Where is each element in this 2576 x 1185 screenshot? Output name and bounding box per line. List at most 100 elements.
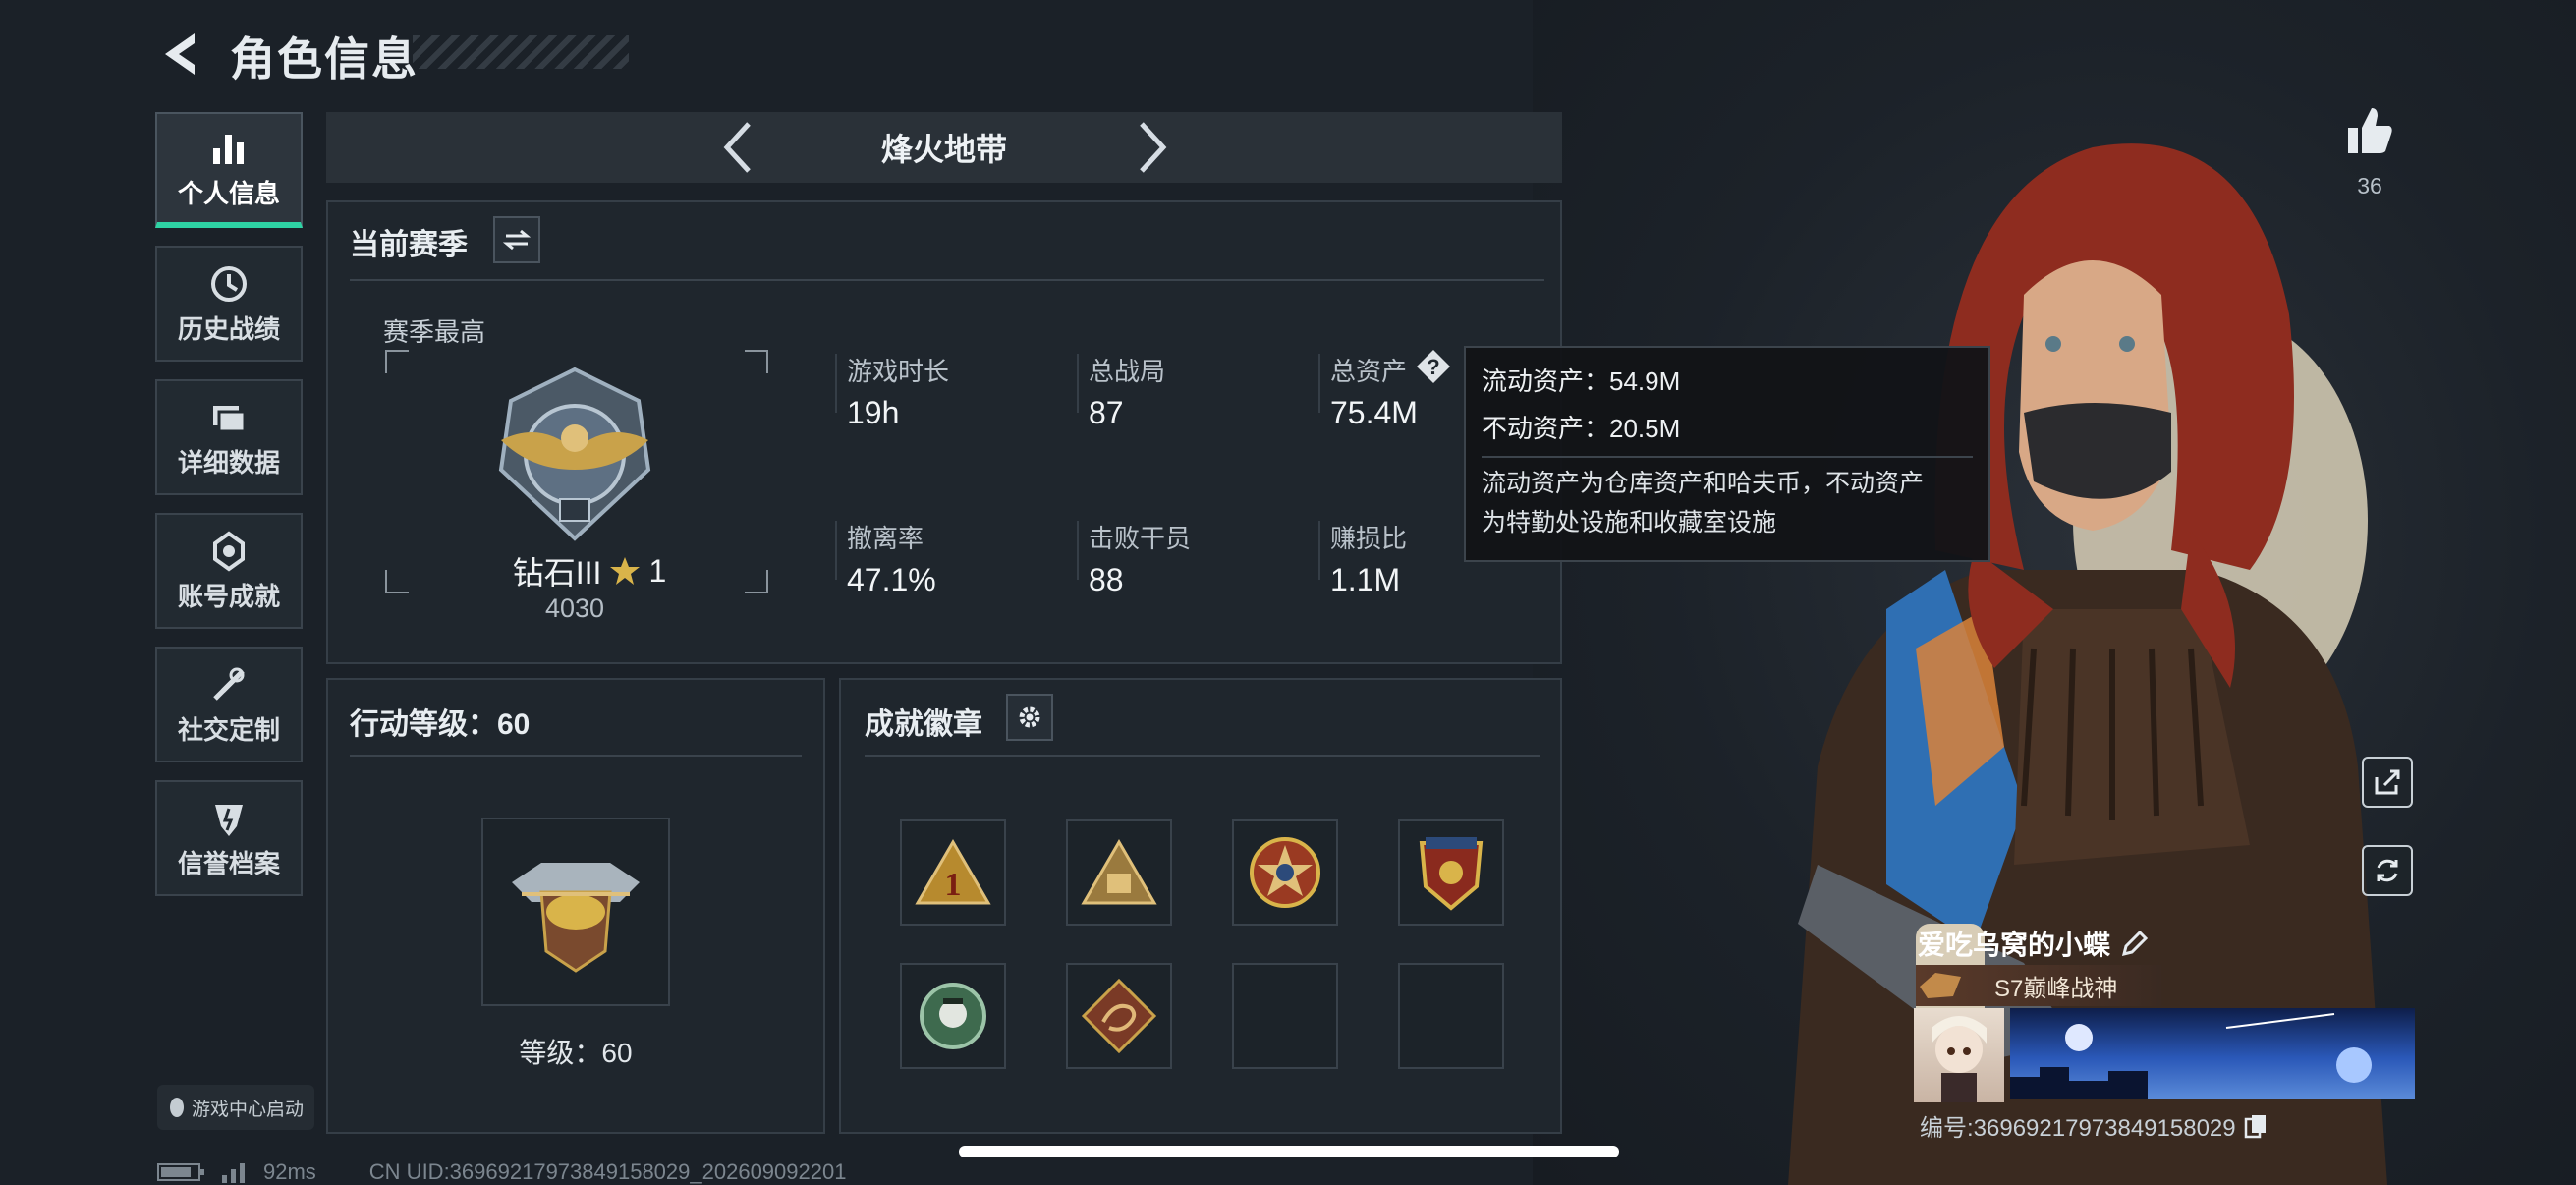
shield-icon [215, 804, 243, 836]
rank-stars: 1 [648, 552, 667, 589]
frame-corner [385, 570, 409, 593]
badge-slot[interactable] [900, 963, 1006, 1069]
stat-separator [1077, 521, 1079, 580]
badge-slot-empty[interactable] [1398, 963, 1504, 1069]
title-decoration [413, 35, 629, 69]
season-switch-button[interactable] [493, 216, 540, 263]
frame-corner [385, 350, 409, 373]
penguin-icon [169, 1098, 184, 1117]
home-indicator[interactable] [959, 1146, 1619, 1157]
nav-personal-info[interactable]: 个人信息 [155, 112, 303, 228]
clock-icon [211, 265, 247, 302]
tooltip-divider [1482, 456, 1973, 458]
divider [865, 755, 1540, 757]
switch-icon [503, 229, 531, 251]
profile-banner [2010, 1008, 2415, 1099]
rank-line: 钻石III 1 [491, 548, 688, 593]
share-button[interactable] [2362, 757, 2413, 808]
frame-corner [745, 350, 768, 373]
bar-chart-icon [213, 134, 244, 164]
dragon-badge-icon [1081, 978, 1157, 1054]
game-center-button[interactable]: 游戏中心启动 [157, 1085, 314, 1130]
tools-icon [213, 667, 245, 701]
title-emblem-icon [1920, 973, 1961, 998]
level-emblem-frame [481, 818, 670, 1006]
nav-label: 账号成就 [177, 581, 280, 611]
nav-label: 详细数据 [177, 447, 280, 478]
stat-value-extraction-rate: 47.1% [847, 562, 936, 597]
folder-icon [213, 405, 247, 432]
pyramid-badge-icon [1081, 839, 1157, 905]
stat-label-total-assets: 总资产 [1330, 357, 1408, 386]
nav-label: 社交定制 [177, 714, 280, 745]
title-badge: S7巅峰战神 [1916, 965, 2161, 1006]
player-id-row: 编号:36969217973849158029 [1920, 1108, 2268, 1143]
triangle-rank-badge-icon: 1 [915, 839, 991, 905]
svg-text:1: 1 [945, 867, 962, 903]
stat-value-playtime: 19h [847, 395, 900, 430]
nav-social-custom[interactable]: 社交定制 [155, 647, 303, 762]
nav-credit-profile[interactable]: 信誉档案 [155, 780, 303, 896]
stat-value-profit-ratio: 1.1M [1330, 562, 1401, 597]
badge-settings-button[interactable] [1006, 694, 1053, 741]
copy-icon[interactable] [2244, 1113, 2268, 1139]
nickname-row: 爱吃乌窝的小蝶 [1918, 924, 2150, 963]
badge-slot[interactable]: 1 [900, 819, 1006, 926]
current-season-title: 当前赛季 [350, 229, 468, 261]
like-count: 36 [2357, 173, 2382, 198]
badge-slot[interactable] [1398, 819, 1504, 926]
stat-separator [1077, 354, 1079, 413]
next-mode-icon[interactable] [1132, 118, 1171, 177]
badge-slot[interactable] [1066, 819, 1172, 926]
edit-icon[interactable] [2120, 929, 2150, 958]
rank-score: 4030 [544, 593, 605, 623]
back-arrow-icon[interactable] [157, 29, 206, 79]
status-bar: 92ms CN UID:36969217973849158029_2026090… [157, 1159, 846, 1185]
stat-separator [1318, 521, 1320, 580]
star-medal-badge-icon [1250, 837, 1320, 908]
avatar[interactable] [1914, 1008, 2004, 1102]
thumbs-up-icon[interactable] [2342, 102, 2397, 157]
battery-icon [157, 1163, 204, 1181]
refresh-icon [2377, 859, 2398, 882]
player-id: 编号:36969217973849158029 [1920, 1115, 2236, 1142]
avatar-illustration [1932, 1016, 1987, 1102]
achievement-badges-title: 成就徽章 [865, 708, 982, 741]
svg-text:?: ? [1427, 355, 1439, 379]
fixed-assets: 不动资产：20.5M [1482, 414, 1681, 443]
game-center-label: 游戏中心启动 [191, 1099, 304, 1120]
medal-icon [213, 531, 245, 571]
stat-label-profit-ratio: 赚损比 [1330, 524, 1408, 553]
badge-slot[interactable] [1232, 819, 1338, 926]
stat-value-operators-defeated: 88 [1089, 562, 1124, 597]
badge-slot[interactable] [1066, 963, 1172, 1069]
assets-desc-line2: 为特勤处设施和收藏室设施 [1482, 509, 1777, 536]
divider [350, 755, 802, 757]
action-level-title: 行动等级：60 [350, 708, 531, 741]
refresh-button[interactable] [2362, 845, 2413, 896]
prev-mode-icon[interactable] [719, 118, 758, 177]
assets-tooltip: 流动资产：54.9M 不动资产：20.5M 流动资产为仓库资产和哈夫币，不动资产… [1464, 346, 1990, 562]
stat-separator [835, 354, 837, 413]
assets-help-icon[interactable]: ? [1415, 348, 1452, 385]
mode-selector: 烽火地带 [326, 112, 1562, 183]
level-text: 等级：60 [519, 1038, 633, 1068]
nav-account-achievements[interactable]: 账号成就 [155, 513, 303, 629]
nav-history[interactable]: 历史战绩 [155, 246, 303, 362]
helicopter-emblem-icon [512, 863, 640, 973]
skull-target-badge-icon [920, 983, 986, 1049]
diamond-rank-emblem-icon [498, 367, 651, 541]
rank-name: 钻石III [512, 555, 602, 591]
stat-label-total-matches: 总战局 [1089, 357, 1166, 386]
stat-label-playtime: 游戏时长 [847, 357, 950, 386]
stat-label-extraction-rate: 撤离率 [847, 524, 924, 553]
badge-slot-empty[interactable] [1232, 963, 1338, 1069]
divider [350, 279, 1544, 281]
stat-value-total-matches: 87 [1089, 395, 1124, 430]
uid: CN UID:36969217973849158029_202609092201 [368, 1159, 847, 1184]
stat-separator [1318, 354, 1320, 413]
stat-separator [835, 521, 837, 580]
signal-icon [222, 1163, 245, 1183]
shield-medal-badge-icon [1419, 837, 1484, 911]
nav-detailed-data[interactable]: 详细数据 [155, 379, 303, 495]
